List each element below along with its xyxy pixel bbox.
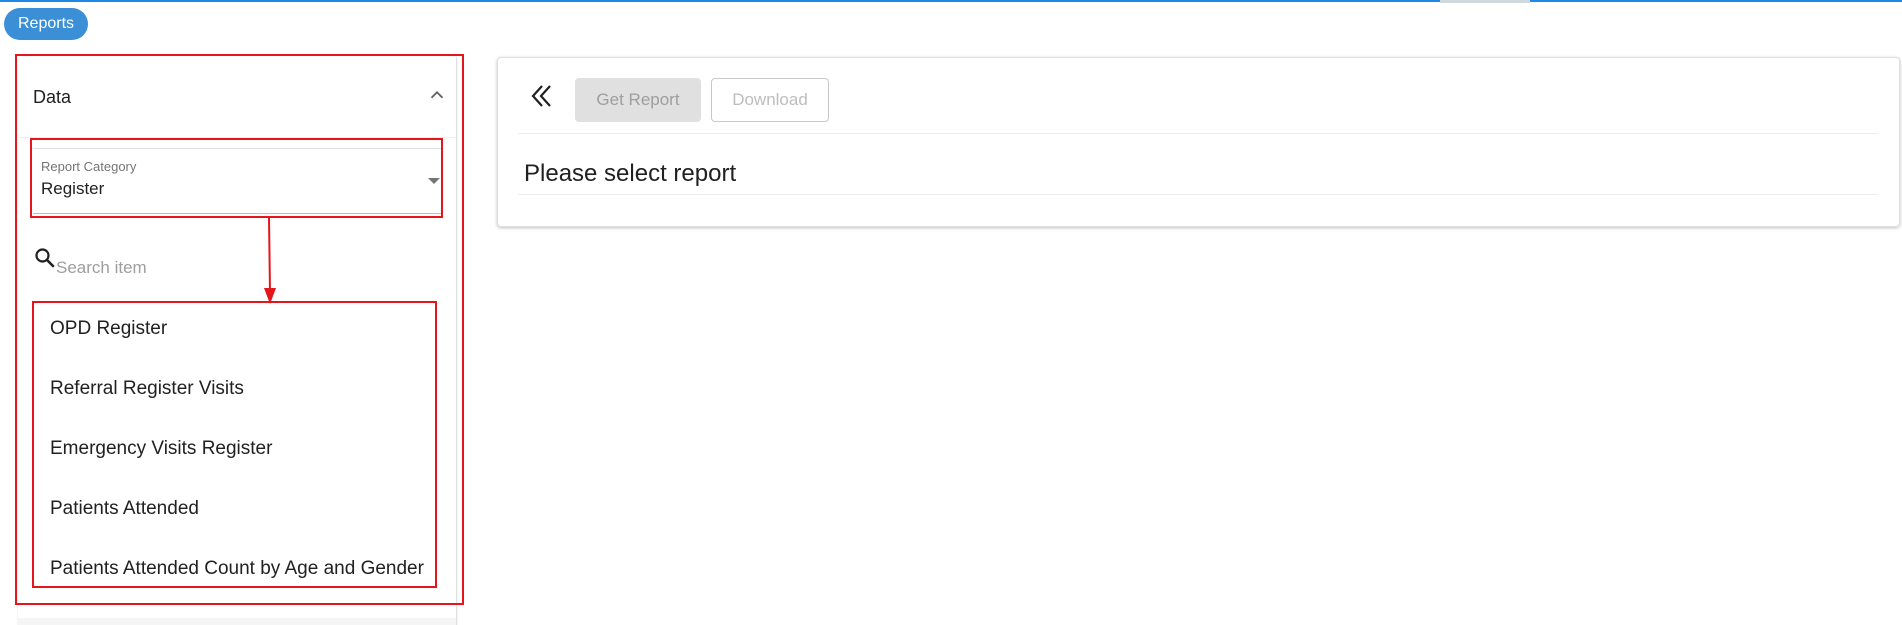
reports-chip[interactable]: Reports [4, 8, 89, 40]
report-category-select[interactable]: Report Category Register [33, 148, 443, 214]
report-sidebar: Data Report Category Register OPD Regist… [18, 57, 457, 625]
report-category-value: Register [41, 179, 105, 198]
top-progress-bar [0, 0, 1902, 2]
data-accordion-header[interactable]: Data [18, 57, 456, 138]
report-category-label: Report Category [41, 159, 137, 174]
search-icon [35, 248, 55, 268]
accordion-title: Data [33, 87, 72, 107]
list-item[interactable]: OPD Register [33, 304, 433, 354]
search-input[interactable] [56, 255, 426, 281]
list-item[interactable]: Patients Attended [33, 484, 433, 534]
list-item[interactable]: Emergency Visits Register [33, 424, 433, 474]
divider [518, 194, 1878, 195]
top-tab-indicator [1440, 0, 1530, 3]
download-button[interactable]: Download [711, 78, 829, 122]
sidebar-bottom-shadow [18, 618, 456, 625]
annotation-arrow [264, 218, 276, 304]
double-chevron-left-icon[interactable] [523, 77, 561, 115]
list-item[interactable]: Referral Register Visits [33, 364, 433, 414]
divider [518, 133, 1878, 134]
page-title: Please select report [524, 160, 737, 187]
dropdown-arrow-icon [428, 178, 440, 184]
report-panel: Get Report Download Please select report [497, 57, 1900, 227]
chevron-up-icon[interactable] [426, 84, 448, 106]
list-item[interactable]: Patients Attended Count by Age and Gende… [33, 544, 433, 594]
get-report-button[interactable]: Get Report [575, 78, 701, 122]
